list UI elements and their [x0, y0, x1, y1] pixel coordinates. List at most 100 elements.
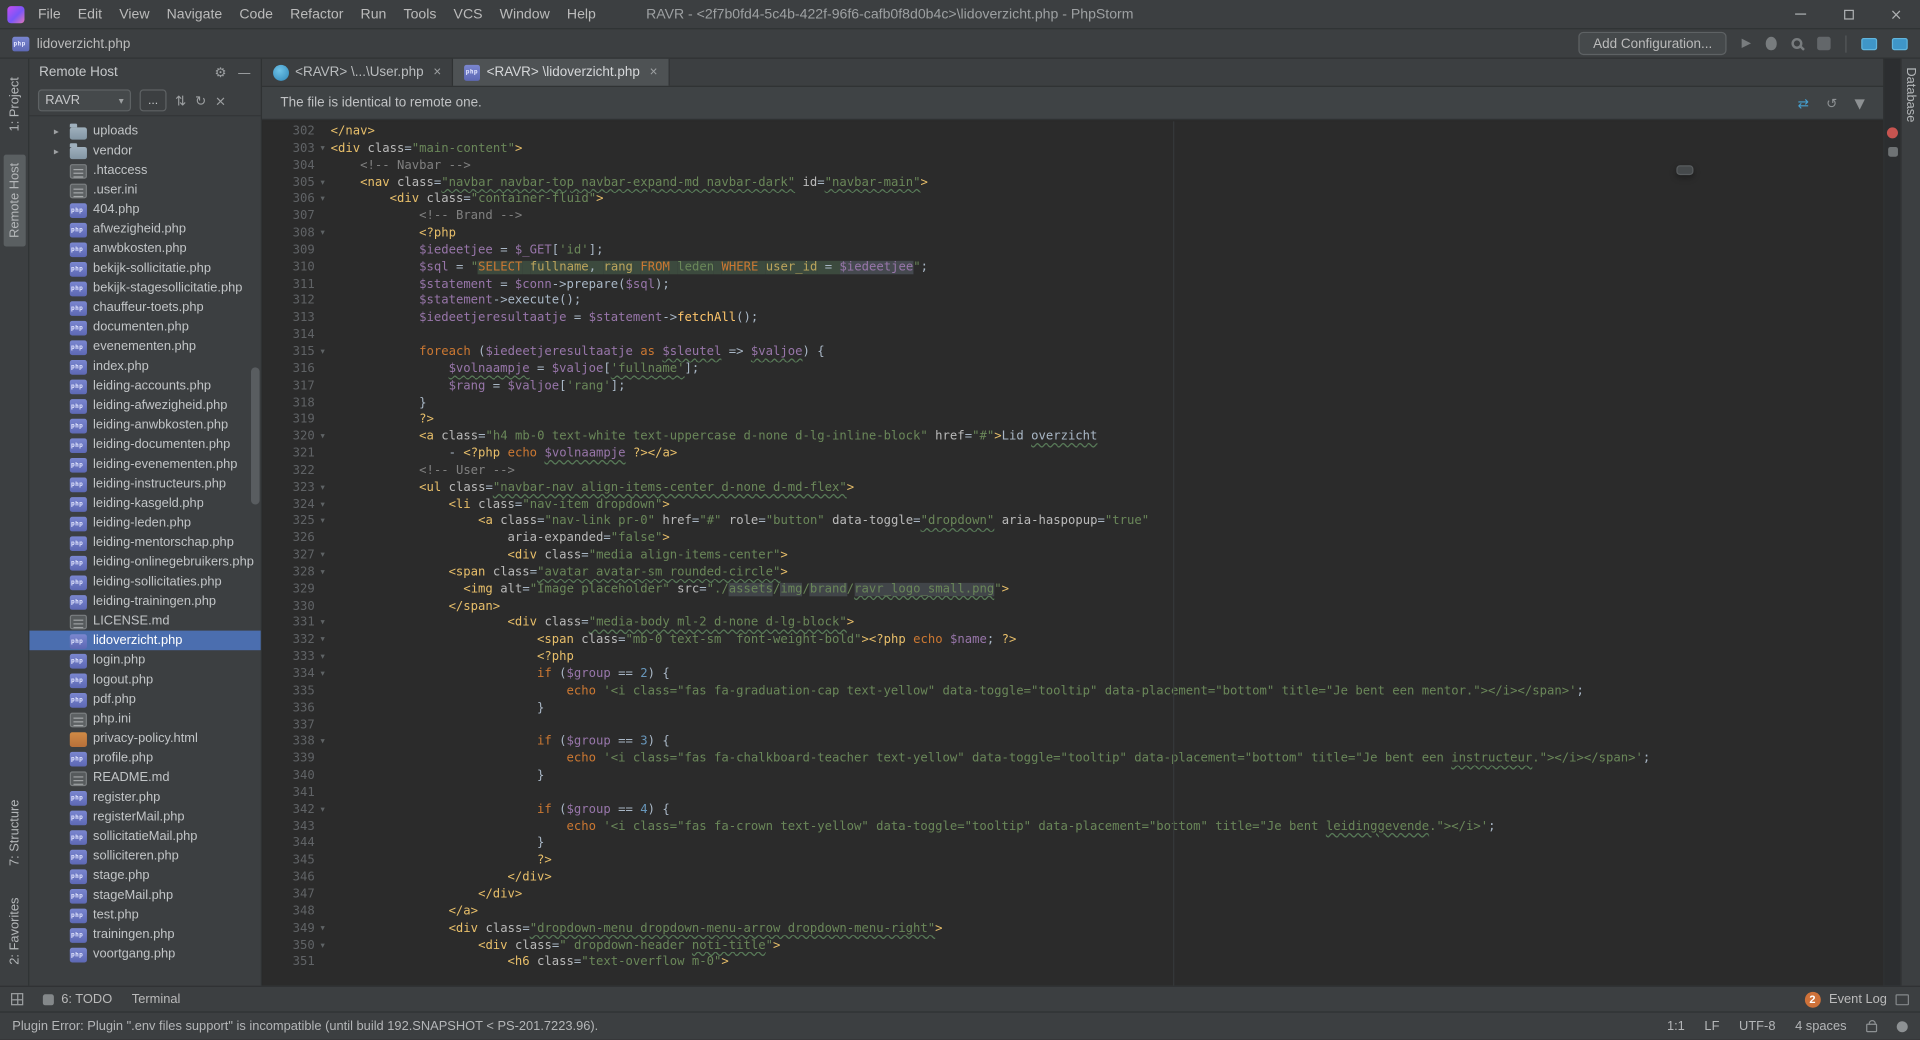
- status-message[interactable]: Plugin Error: Plugin ".env files support…: [12, 1019, 598, 1034]
- tree-item[interactable]: test.php: [29, 905, 260, 925]
- fold-marker-icon[interactable]: ▾: [315, 191, 331, 208]
- menu-tools[interactable]: Tools: [395, 0, 445, 29]
- menu-code[interactable]: Code: [231, 0, 282, 29]
- menu-view[interactable]: View: [111, 0, 158, 29]
- fold-marker-icon[interactable]: ▾: [315, 802, 331, 819]
- tree-item[interactable]: bekijk-sollicitatie.php: [29, 258, 260, 278]
- tool-button-1-project[interactable]: 1: Project: [3, 69, 25, 140]
- fold-marker-icon[interactable]: ▾: [315, 514, 331, 531]
- debug-icon[interactable]: [1766, 37, 1777, 50]
- menu-edit[interactable]: Edit: [69, 0, 110, 29]
- gear-icon[interactable]: ⚙: [214, 64, 226, 80]
- tool-button-7-structure[interactable]: 7: Structure: [3, 791, 25, 875]
- tree-item[interactable]: 404.php: [29, 200, 260, 220]
- tree-item[interactable]: login.php: [29, 650, 260, 670]
- filter-icon[interactable]: ▼: [1855, 95, 1865, 111]
- profiler-icon[interactable]: [1817, 37, 1830, 50]
- refresh-icon[interactable]: ↻: [195, 92, 206, 108]
- tree-item[interactable]: php.ini: [29, 709, 260, 729]
- more-servers-button[interactable]: ...: [140, 89, 167, 111]
- caret-position[interactable]: 1:1: [1667, 1019, 1685, 1034]
- hide-panel-icon[interactable]: —: [238, 64, 251, 80]
- chevron-right-icon[interactable]: ▸: [54, 145, 70, 156]
- tree-item[interactable]: voortgang.php: [29, 944, 260, 964]
- inspection-profile-icon[interactable]: [1897, 1021, 1908, 1032]
- tree-item[interactable]: leiding-anwbkosten.php: [29, 415, 260, 435]
- upload-download-icon[interactable]: ⇅: [175, 92, 186, 108]
- breadcrumb[interactable]: lidoverzicht.php: [37, 36, 131, 51]
- indent-style[interactable]: 4 spaces: [1795, 1019, 1846, 1034]
- tab-close-icon[interactable]: ×: [650, 65, 658, 80]
- tree-item[interactable]: documenten.php: [29, 317, 260, 337]
- fold-marker-icon[interactable]: ▾: [315, 547, 331, 564]
- event-log-tab[interactable]: Event Log: [1829, 992, 1887, 1007]
- fold-marker-icon[interactable]: ▾: [315, 564, 331, 581]
- inspections-widget-icon[interactable]: [1888, 147, 1898, 157]
- menu-file[interactable]: File: [29, 0, 69, 29]
- fold-marker-icon[interactable]: ▾: [315, 615, 331, 632]
- tree-item[interactable]: solliciteren.php: [29, 846, 260, 866]
- fold-marker-icon[interactable]: ▾: [315, 937, 331, 954]
- tree-item[interactable]: stage.php: [29, 866, 260, 886]
- tool-button-2-favorites[interactable]: 2: Favorites: [3, 889, 25, 973]
- compare-icon[interactable]: ⇄: [1798, 95, 1809, 111]
- menu-refactor[interactable]: Refactor: [282, 0, 352, 29]
- add-configuration-button[interactable]: Add Configuration...: [1578, 32, 1726, 55]
- tree-item[interactable]: index.php: [29, 356, 260, 376]
- minimize-button[interactable]: [1777, 0, 1825, 28]
- tree-item[interactable]: privacy-policy.html: [29, 729, 260, 749]
- tool-button-database[interactable]: Database: [1901, 59, 1920, 131]
- tree-item[interactable]: leiding-evenementen.php: [29, 454, 260, 474]
- fold-marker-icon[interactable]: ▾: [315, 480, 331, 497]
- fold-marker-icon[interactable]: ▾: [315, 734, 331, 751]
- fold-marker-icon[interactable]: ▾: [315, 141, 331, 158]
- todo-tab[interactable]: 6: TODO: [43, 992, 112, 1007]
- tree-item[interactable]: ▸vendor: [29, 141, 260, 161]
- tree-item[interactable]: leiding-kasgeld.php: [29, 493, 260, 513]
- tree-item[interactable]: trainingen.php: [29, 924, 260, 944]
- tree-item[interactable]: .user.ini: [29, 180, 260, 200]
- tree-item[interactable]: LICENSE.md: [29, 611, 260, 631]
- tree-item[interactable]: leiding-trainingen.php: [29, 591, 260, 611]
- tree-item[interactable]: logout.php: [29, 670, 260, 690]
- tree-item[interactable]: profile.php: [29, 748, 260, 768]
- fold-marker-icon[interactable]: ▾: [315, 649, 331, 666]
- rollback-icon[interactable]: ↺: [1826, 95, 1837, 111]
- tool-window-switcher-icon[interactable]: [11, 993, 23, 1005]
- tree-scrollbar-thumb[interactable]: [251, 367, 260, 504]
- tree-item[interactable]: leiding-onlinegebruikers.php: [29, 552, 260, 572]
- fold-marker-icon[interactable]: ▾: [315, 666, 331, 683]
- fold-marker-icon[interactable]: ▾: [315, 175, 331, 192]
- tree-item[interactable]: leiding-sollicitaties.php: [29, 572, 260, 592]
- tree-item[interactable]: evenementen.php: [29, 337, 260, 357]
- tree-item[interactable]: leiding-accounts.php: [29, 376, 260, 396]
- terminal-tab[interactable]: Terminal: [132, 992, 181, 1007]
- tree-item[interactable]: README.md: [29, 768, 260, 788]
- error-indicator-icon[interactable]: [1887, 127, 1898, 138]
- error-stripe[interactable]: [1883, 59, 1900, 986]
- tree-item[interactable]: lidoverzicht.php: [29, 631, 260, 651]
- tree-item[interactable]: pdf.php: [29, 689, 260, 709]
- tree-item[interactable]: registerMail.php: [29, 807, 260, 827]
- run-icon[interactable]: ▶: [1742, 36, 1751, 51]
- tree-item[interactable]: leiding-afwezigheid.php: [29, 396, 260, 416]
- close-icon[interactable]: ×: [215, 92, 226, 108]
- fold-marker-icon[interactable]: ▾: [315, 344, 331, 361]
- tab-close-icon[interactable]: ×: [433, 65, 441, 80]
- fold-marker-icon[interactable]: ▾: [315, 429, 331, 446]
- menu-navigate[interactable]: Navigate: [158, 0, 231, 29]
- file-encoding[interactable]: UTF-8: [1739, 1019, 1775, 1034]
- menu-vcs[interactable]: VCS: [445, 0, 491, 29]
- tree-item[interactable]: leiding-documenten.php: [29, 435, 260, 455]
- tree-item[interactable]: leiding-instructeurs.php: [29, 474, 260, 494]
- server-select[interactable]: RAVR ▾: [38, 89, 131, 111]
- tree-item[interactable]: bekijk-stagesollicitatie.php: [29, 278, 260, 298]
- tree-item[interactable]: leiding-leden.php: [29, 513, 260, 533]
- tree-item[interactable]: register.php: [29, 787, 260, 807]
- tree-item[interactable]: ▸uploads: [29, 121, 260, 141]
- tree-item[interactable]: stageMail.php: [29, 885, 260, 905]
- fold-marker-icon[interactable]: ▾: [315, 497, 331, 514]
- editor-tab[interactable]: <RAVR> \lidoverzicht.php×: [454, 59, 670, 86]
- menu-run[interactable]: Run: [352, 0, 395, 29]
- tool-button-remote-host[interactable]: Remote Host: [3, 155, 25, 247]
